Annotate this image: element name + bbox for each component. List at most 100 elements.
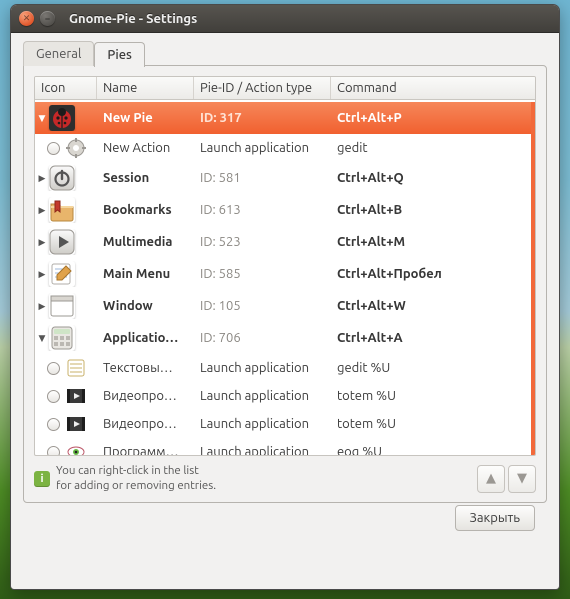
expander-closed-icon[interactable]: ▶ (37, 301, 47, 311)
cell-command: gedit (331, 141, 531, 155)
expander-closed-icon[interactable]: ▶ (37, 205, 47, 215)
cell-command: Ctrl+Alt+B (331, 203, 531, 217)
cell-name: Видеопро… (97, 417, 194, 431)
cell-type: Launch application (194, 389, 331, 403)
tree-row-pie[interactable]: ▶ SessionID: 581Ctrl+Alt+Q (35, 162, 531, 194)
tree-row-pie[interactable]: ▶ Main MenuID: 585Ctrl+Alt+Пробел (35, 258, 531, 290)
row-radio[interactable] (47, 142, 60, 155)
tree-row-pie[interactable]: ▼ Applicatio…ID: 706Ctrl+Alt+A (35, 322, 531, 354)
cell-type: ID: 581 (194, 171, 331, 185)
window-close-button[interactable]: ✕ (19, 11, 34, 26)
cell-type: Launch application (194, 445, 331, 455)
cell-name: Main Menu (97, 267, 194, 281)
tab-panel-pies: Icon Name Pie-ID / Action type Command ▼… (23, 65, 547, 503)
expander-closed-icon[interactable]: ▶ (37, 173, 47, 183)
cell-name: Window (97, 299, 194, 313)
tree-body[interactable]: ▼ New PieID: 317Ctrl+Alt+P New ActionLau… (35, 102, 535, 455)
minimize-icon: – (45, 14, 50, 24)
window-minimize-button[interactable]: – (40, 11, 55, 26)
cell-type: Launch application (194, 417, 331, 431)
cell-command: Ctrl+Alt+Пробел (331, 267, 531, 281)
window-icon (49, 293, 75, 319)
cell-command: gedit %U (331, 361, 531, 375)
cell-command: Ctrl+Alt+W (331, 299, 531, 313)
move-down-button[interactable]: ▼ (508, 465, 536, 493)
tree-row-action[interactable]: Текстовы…Launch applicationgedit %U (35, 354, 531, 382)
tab-general[interactable]: General (23, 41, 94, 66)
tree-row-pie[interactable]: ▶ WindowID: 105Ctrl+Alt+W (35, 290, 531, 322)
video-icon (66, 386, 86, 406)
cell-type: Launch application (194, 361, 331, 375)
tree-row-action[interactable]: Видеопро…Launch applicationtotem %U (35, 382, 531, 410)
calculator-icon (49, 325, 75, 351)
cell-name: Текстовы… (97, 361, 194, 375)
cell-icon (35, 414, 97, 434)
row-radio[interactable] (47, 390, 60, 403)
hint: i You can right-click in the list for ad… (34, 464, 216, 494)
tree-header[interactable]: Icon Name Pie-ID / Action type Command (35, 77, 535, 100)
move-up-button[interactable]: ▲ (477, 465, 505, 493)
tree-row-action[interactable]: Видеопро…Launch applicationtotem %U (35, 410, 531, 438)
cell-icon: ▶ (35, 261, 97, 287)
eye-icon (66, 442, 86, 455)
pies-tree[interactable]: Icon Name Pie-ID / Action type Command ▼… (34, 76, 536, 456)
row-radio[interactable] (47, 362, 60, 375)
cell-icon (35, 138, 97, 158)
cell-command: totem %U (331, 389, 531, 403)
cell-type: ID: 706 (194, 331, 331, 345)
close-icon: ✕ (23, 13, 31, 24)
tree-row-pie[interactable]: ▼ New PieID: 317Ctrl+Alt+P (35, 102, 531, 134)
col-name[interactable]: Name (97, 77, 194, 99)
tab-bar: General Pies (23, 41, 547, 66)
cell-icon (35, 442, 97, 455)
tree-row-action[interactable]: Программ…Launch applicationeog %U (35, 438, 531, 455)
settings-window: ✕ – Gnome-Pie - Settings General Pies Ic… (10, 4, 560, 590)
tab-pies[interactable]: Pies (94, 42, 145, 67)
cell-icon: ▶ (35, 165, 97, 191)
row-radio[interactable] (47, 446, 60, 456)
titlebar[interactable]: ✕ – Gnome-Pie - Settings (11, 5, 559, 33)
row-radio[interactable] (47, 418, 60, 431)
cell-icon: ▶ (35, 293, 97, 319)
cell-type: ID: 613 (194, 203, 331, 217)
close-button[interactable]: Закрыть (455, 505, 535, 531)
window-title: Gnome-Pie - Settings (69, 12, 197, 26)
tree-row-pie[interactable]: ▶ MultimediaID: 523Ctrl+Alt+M (35, 226, 531, 258)
expander-closed-icon[interactable]: ▶ (37, 237, 47, 247)
expander-open-icon[interactable]: ▼ (37, 333, 47, 343)
cell-name: Программ… (97, 445, 194, 455)
cell-type: ID: 585 (194, 267, 331, 281)
cell-type: ID: 523 (194, 235, 331, 249)
cell-name: Bookmarks (97, 203, 194, 217)
cell-command: Ctrl+Alt+Q (331, 171, 531, 185)
folder-bookmark-icon (49, 197, 75, 223)
cell-icon: ▶ (35, 197, 97, 223)
cell-icon (35, 358, 97, 378)
arrow-down-icon: ▼ (517, 471, 527, 486)
cell-command: totem %U (331, 417, 531, 431)
gear-icon (66, 138, 86, 158)
notepad-pencil-icon (49, 261, 75, 287)
col-command[interactable]: Command (331, 77, 535, 99)
hint-line1: You can right-click in the list (56, 464, 216, 479)
power-icon (49, 165, 75, 191)
col-icon[interactable]: Icon (35, 77, 97, 99)
cell-name: Видеопро… (97, 389, 194, 403)
hint-line2: for adding or removing entries. (56, 479, 216, 494)
tree-row-action[interactable]: New ActionLaunch applicationgedit (35, 134, 531, 162)
cell-name: New Pie (97, 111, 194, 125)
cell-type: Launch application (194, 141, 331, 155)
expander-closed-icon[interactable]: ▶ (37, 269, 47, 279)
cell-command: Ctrl+Alt+A (331, 331, 531, 345)
expander-open-icon[interactable]: ▼ (37, 113, 47, 123)
reorder-buttons: ▲ ▼ (477, 465, 536, 493)
col-type[interactable]: Pie-ID / Action type (194, 77, 331, 99)
cell-icon (35, 386, 97, 406)
cell-name: Session (97, 171, 194, 185)
notepad-lines-icon (66, 358, 86, 378)
cell-type: ID: 105 (194, 299, 331, 313)
play-icon (49, 229, 75, 255)
cell-command: eog %U (331, 445, 531, 455)
tree-row-pie[interactable]: ▶ BookmarksID: 613Ctrl+Alt+B (35, 194, 531, 226)
cell-icon: ▼ (35, 325, 97, 351)
